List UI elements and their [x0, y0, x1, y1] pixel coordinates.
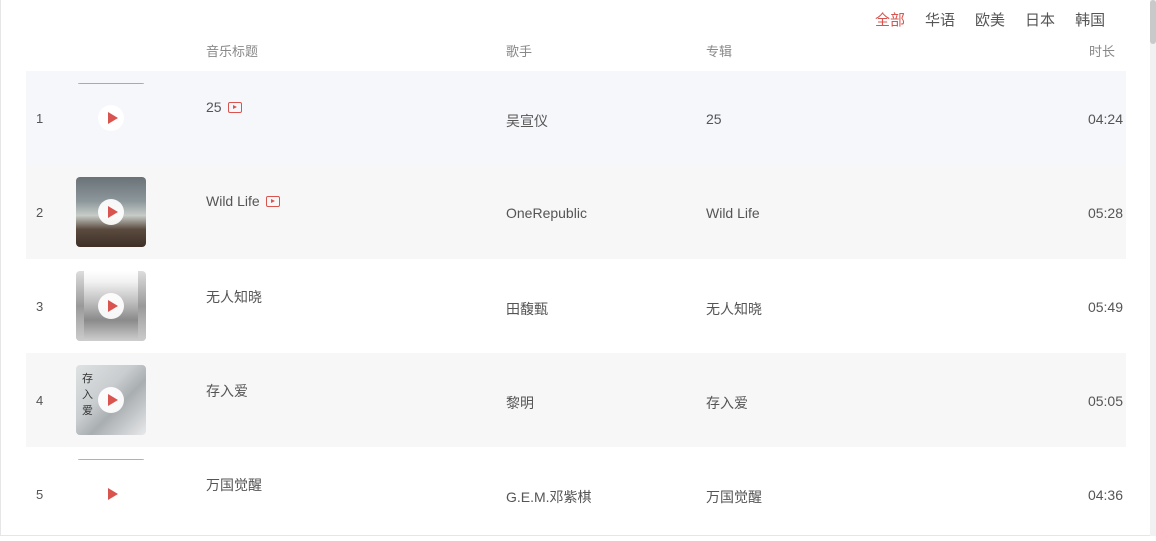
- album-cover[interactable]: [76, 83, 146, 153]
- song-index: 5: [36, 487, 44, 502]
- cover-text: 存入爱: [82, 372, 93, 417]
- album-cover[interactable]: [76, 177, 146, 247]
- scrollbar-thumb[interactable]: [1150, 0, 1156, 44]
- song-singer[interactable]: 田馥甄: [506, 299, 548, 319]
- song-title[interactable]: 万国觉醒: [206, 475, 262, 495]
- song-row[interactable]: 3 无人知晓 田馥甄 无人知晓 05:49: [26, 259, 1126, 353]
- tab-japan[interactable]: 日本: [1025, 9, 1055, 30]
- song-singer[interactable]: 吴宣仪: [506, 111, 548, 131]
- play-icon[interactable]: [98, 199, 124, 225]
- song-duration: 05:28: [1087, 205, 1123, 221]
- album-cover[interactable]: 存入爱: [76, 365, 146, 435]
- song-index: 1: [36, 111, 44, 126]
- song-singer[interactable]: 黎明: [506, 393, 534, 413]
- album-cover[interactable]: [76, 459, 146, 529]
- cover-frame-right: [138, 271, 146, 341]
- mv-icon[interactable]: [265, 195, 280, 207]
- song-title[interactable]: 25: [206, 99, 242, 115]
- cover-edge: [78, 83, 144, 84]
- cover-edge: [78, 459, 144, 460]
- mv-icon[interactable]: [227, 101, 242, 113]
- header-singer: 歌手: [506, 44, 533, 59]
- tab-western[interactable]: 欧美: [975, 9, 1005, 30]
- song-index: 2: [36, 205, 44, 220]
- song-album[interactable]: Wild Life: [706, 205, 760, 221]
- tab-all[interactable]: 全部: [875, 9, 905, 30]
- song-index: 4: [36, 393, 44, 408]
- play-icon[interactable]: [98, 387, 124, 413]
- song-duration: 05:05: [1087, 393, 1123, 409]
- song-title-text[interactable]: 无人知晓: [206, 287, 262, 307]
- header-album: 专辑: [706, 44, 733, 59]
- song-row[interactable]: 4 存入爱 存入爱 黎明 存入爱 05:05: [26, 353, 1126, 447]
- song-singer[interactable]: G.E.M.邓紫棋: [506, 487, 592, 507]
- play-icon[interactable]: [98, 105, 124, 131]
- song-title[interactable]: Wild Life: [206, 193, 280, 209]
- play-icon[interactable]: [98, 481, 124, 507]
- song-title-text[interactable]: 万国觉醒: [206, 475, 262, 495]
- song-title[interactable]: 存入爱: [206, 381, 248, 401]
- song-row[interactable]: 1 25 吴宣仪 25 04:24: [26, 71, 1126, 165]
- song-duration: 04:36: [1087, 487, 1123, 503]
- tab-korea[interactable]: 韩国: [1075, 9, 1105, 30]
- song-album[interactable]: 存入爱: [706, 393, 748, 413]
- song-row[interactable]: 5 万国觉醒 G.E.M.邓紫棋 万国觉醒 04:36: [26, 447, 1126, 541]
- song-singer[interactable]: OneRepublic: [506, 205, 587, 221]
- song-index: 3: [36, 299, 44, 314]
- header-duration: 时长: [1089, 44, 1116, 59]
- song-row[interactable]: 2 Wild Life OneRepublic Wild Life 05:28: [26, 165, 1126, 259]
- header-title: 音乐标题: [206, 44, 259, 59]
- song-title[interactable]: 无人知晓: [206, 287, 262, 307]
- tab-chinese[interactable]: 华语: [925, 9, 955, 30]
- album-cover[interactable]: [76, 271, 146, 341]
- song-title-text[interactable]: 存入爱: [206, 381, 248, 401]
- song-list: 1 25 吴宣仪 25 04:24 2 Wild Life OneRepubli…: [26, 71, 1126, 541]
- song-album[interactable]: 无人知晓: [706, 299, 762, 319]
- song-album[interactable]: 万国觉醒: [706, 487, 762, 507]
- play-icon[interactable]: [98, 293, 124, 319]
- song-title-text[interactable]: Wild Life: [206, 193, 260, 209]
- song-duration: 04:24: [1087, 111, 1123, 127]
- scrollbar[interactable]: [1150, 0, 1156, 536]
- song-album[interactable]: 25: [706, 111, 722, 127]
- frame-border: [0, 0, 1, 536]
- song-duration: 05:49: [1087, 299, 1123, 315]
- table-header: 音乐标题 歌手 专辑 时长: [0, 41, 1156, 61]
- region-tabs: 全部 华语 欧美 日本 韩国: [875, 9, 1105, 30]
- song-title-text[interactable]: 25: [206, 99, 222, 115]
- cover-frame-left: [76, 271, 84, 341]
